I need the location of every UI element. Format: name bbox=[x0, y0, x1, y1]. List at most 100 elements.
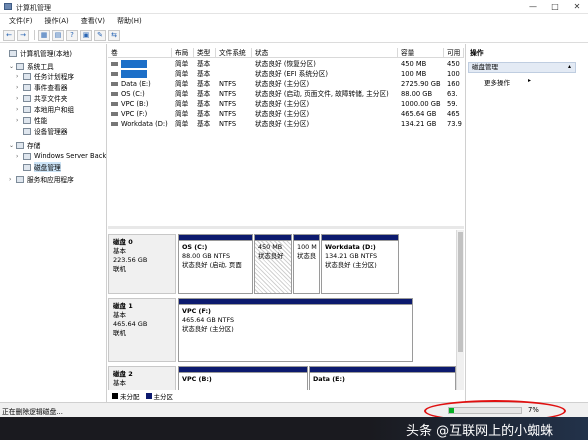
tree-item-5[interactable]: › 本地用户和组 bbox=[16, 104, 74, 114]
tree-item-11[interactable]: › 服务和应用程序 bbox=[9, 174, 74, 184]
chevron-right-icon[interactable]: › bbox=[16, 73, 23, 80]
cell-capacity: 134.21 GB bbox=[398, 119, 444, 129]
minimize-button[interactable]: — bbox=[522, 0, 544, 14]
disk-label[interactable]: 磁盘 1 基本 465.64 GB 联机 bbox=[108, 298, 176, 362]
chevron-right-icon[interactable]: › bbox=[9, 176, 16, 183]
chevron-right-icon[interactable]: › bbox=[16, 95, 23, 102]
column-header-layout[interactable]: 布局 bbox=[172, 48, 194, 58]
tree-item-3[interactable]: › 事件查看器 bbox=[16, 82, 67, 92]
partition[interactable]: Workdata (D:) 134.21 GB NTFS 状态良好 (主分区) bbox=[321, 234, 399, 294]
chevron-right-icon[interactable]: › bbox=[16, 106, 23, 113]
column-header-status[interactable]: 状态 bbox=[252, 48, 398, 58]
cell-status: 状态良好 (启动, 页面文件, 故障转储, 主分区) bbox=[252, 89, 398, 99]
show-action-pane-icon[interactable]: ▣ bbox=[80, 29, 92, 41]
drive-icon bbox=[111, 72, 118, 76]
primary-swatch bbox=[145, 392, 152, 399]
cell-text: 160 bbox=[447, 80, 460, 88]
partition[interactable]: OS (C:) 88.00 GB NTFS 状态良好 (启动, 页面 bbox=[178, 234, 253, 294]
collapse-icon[interactable]: ▴ bbox=[568, 63, 571, 70]
chevron-down-icon[interactable]: ⌄ bbox=[9, 63, 16, 70]
tree-item-label: 服务和应用程序 bbox=[27, 176, 74, 184]
cell-fs: NTFS bbox=[216, 79, 252, 89]
menu-bar: 文件(F) 操作(A) 查看(V) 帮助(H) bbox=[0, 14, 588, 28]
table-row[interactable]: VPC (F:) 简单 基本 NTFS 状态良好 (主分区) 465.64 GB 465 bbox=[108, 109, 464, 119]
show-tree-icon[interactable]: ▦ bbox=[38, 29, 50, 41]
more-actions-link[interactable]: 更多操作 bbox=[484, 77, 510, 87]
partition[interactable]: Data (E:) bbox=[309, 366, 456, 390]
refresh-icon[interactable]: ⇆ bbox=[108, 29, 120, 41]
tree-item-label: 任务计划程序 bbox=[34, 73, 75, 81]
chevron-right-icon[interactable]: › bbox=[16, 117, 23, 124]
menu-file[interactable]: 文件(F) bbox=[3, 16, 39, 26]
partition-status: 状态良好 bbox=[258, 252, 284, 260]
cell-volume: VPC (F:) bbox=[108, 109, 172, 119]
cell-status: 状态良好 (主分区) bbox=[252, 109, 398, 119]
back-arrow-icon[interactable]: ← bbox=[3, 29, 15, 41]
table-row[interactable]: Workdata (D:) 简单 基本 NTFS 状态良好 (主分区) 134.21 GB… bbox=[108, 119, 464, 129]
disk-map: 磁盘 0 基本 223.56 GB 联机 OS (C:) 88.00 GB NTFS 状态良… bbox=[108, 230, 464, 390]
tree-item-6[interactable]: › 性能 bbox=[16, 115, 47, 125]
cell-layout: 简单 bbox=[172, 109, 194, 119]
cell-text: 63. bbox=[447, 90, 458, 98]
cell-text: 59. bbox=[447, 100, 458, 108]
cell-free: 450 bbox=[444, 59, 464, 69]
cell-fs bbox=[216, 69, 252, 79]
partition[interactable]: 450 MB 状态良好 bbox=[254, 234, 292, 294]
forward-arrow-icon[interactable]: → bbox=[17, 29, 29, 41]
tree-item-10[interactable]: 磁盘管理 bbox=[16, 162, 61, 172]
disk-label[interactable]: 磁盘 2 基本 bbox=[108, 366, 176, 390]
cell-text: 134.21 GB bbox=[401, 120, 437, 128]
chevron-down-icon[interactable]: ⌄ bbox=[9, 142, 16, 149]
disk-label[interactable]: 磁盘 0 基本 223.56 GB 联机 bbox=[108, 234, 176, 294]
tree-item-1[interactable]: ⌄ 系统工具 bbox=[9, 61, 54, 71]
table-row[interactable]: Data (E:) 简单 基本 NTFS 状态良好 (主分区) 2725.90 GB 160 bbox=[108, 79, 464, 89]
menu-help[interactable]: 帮助(H) bbox=[111, 16, 148, 26]
maximize-button[interactable]: □ bbox=[544, 0, 566, 14]
column-header-capacity[interactable]: 容量 bbox=[398, 48, 444, 58]
help-icon[interactable]: ? bbox=[66, 29, 78, 41]
disk-size: 465.64 GB bbox=[113, 320, 148, 328]
tree-item-8[interactable]: ⌄ 存储 bbox=[9, 140, 40, 150]
column-header-volume[interactable]: 卷 bbox=[108, 48, 172, 58]
column-header-filesystem[interactable]: 文件系统 bbox=[216, 48, 252, 58]
disk-map-scrollbar[interactable] bbox=[456, 230, 464, 390]
cell-text: 简单 bbox=[175, 120, 189, 128]
tree-item-7[interactable]: 设备管理器 bbox=[16, 126, 67, 136]
menu-action[interactable]: 操作(A) bbox=[39, 16, 75, 26]
table-row[interactable]: 简单 基本 状态良好 (恢复分区) 450 MB 450 bbox=[108, 59, 464, 69]
partition-title: VPC (B:) bbox=[182, 375, 212, 383]
window-controls: — □ ✕ bbox=[522, 0, 588, 14]
table-row[interactable]: OS (C:) 简单 基本 NTFS 状态良好 (启动, 页面文件, 故障转储, 主分区… bbox=[108, 89, 464, 99]
properties-icon[interactable]: ▤ bbox=[52, 29, 64, 41]
actions-section-disk-management[interactable]: 磁盘管理 bbox=[468, 62, 576, 73]
device-manager-icon bbox=[23, 127, 31, 135]
partition[interactable]: VPC (B:) bbox=[178, 366, 308, 390]
disk-state: 联机 bbox=[113, 265, 126, 273]
cell-type: 基本 bbox=[194, 109, 216, 119]
column-header-type[interactable]: 类型 bbox=[194, 48, 216, 58]
drive-icon bbox=[111, 112, 118, 116]
menu-view[interactable]: 查看(V) bbox=[75, 16, 111, 26]
title-bar: 计算机管理 — □ ✕ bbox=[0, 0, 588, 14]
cell-status: 状态良好 (主分区) bbox=[252, 119, 398, 129]
edit-icon[interactable]: ✎ bbox=[94, 29, 106, 41]
table-row[interactable]: 简单 基本 状态良好 (EFI 系统分区) 100 MB 100 bbox=[108, 69, 464, 79]
table-row[interactable]: VPC (B:) 简单 基本 NTFS 状态良好 (主分区) 1000.00 GB 59. bbox=[108, 99, 464, 109]
cell-text: 88.00 GB bbox=[401, 90, 433, 98]
cell-text: 状态良好 (主分区) bbox=[255, 120, 310, 128]
chevron-right-icon[interactable]: › bbox=[16, 153, 23, 160]
close-button[interactable]: ✕ bbox=[566, 0, 588, 14]
cell-text: Workdata (D:) bbox=[121, 120, 168, 128]
chevron-right-icon[interactable]: › bbox=[16, 84, 23, 91]
cell-type: 基本 bbox=[194, 79, 216, 89]
partition[interactable]: VPC (F:) 465.64 GB NTFS 状态良好 (主分区) bbox=[178, 298, 413, 362]
tree-item-0[interactable]: 计算机管理(本地) bbox=[2, 48, 72, 58]
tree-item-4[interactable]: › 共享文件夹 bbox=[16, 93, 67, 103]
pane-splitter[interactable] bbox=[108, 226, 464, 229]
partition[interactable]: 100 M 状态良 bbox=[293, 234, 320, 294]
tree-item-2[interactable]: › 任务计划程序 bbox=[16, 71, 74, 81]
scrollbar-thumb[interactable] bbox=[458, 232, 463, 352]
tree-item-9[interactable]: › Windows Server Back bbox=[16, 151, 106, 161]
column-header-free[interactable]: 可用 bbox=[444, 48, 464, 58]
cell-capacity: 450 MB bbox=[398, 59, 444, 69]
